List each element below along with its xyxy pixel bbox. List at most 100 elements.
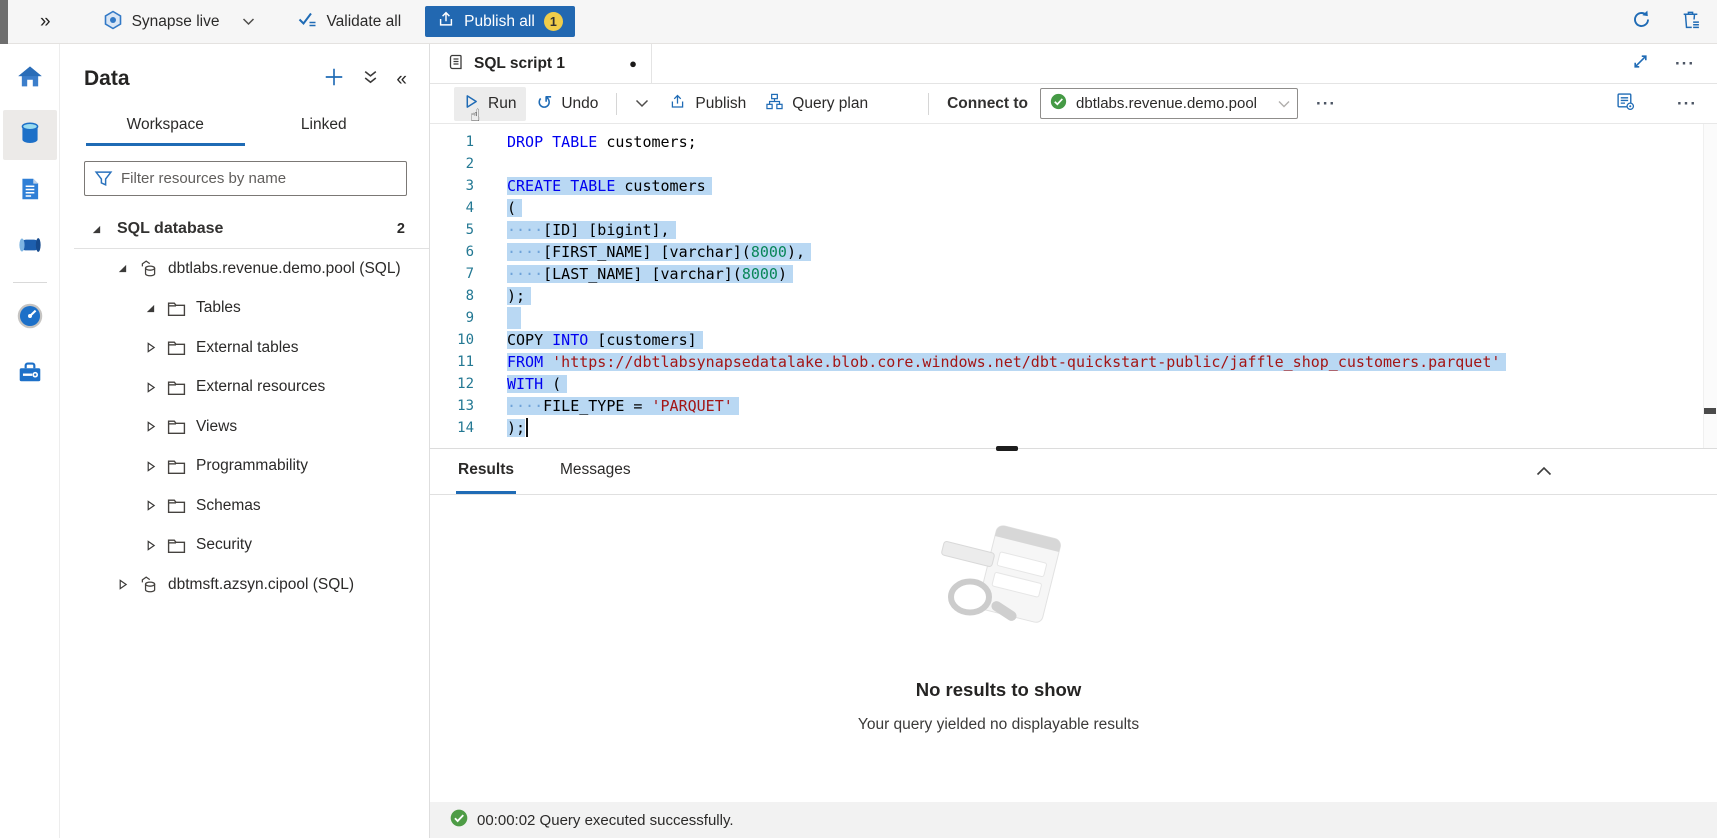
tab-linked[interactable]: Linked (245, 108, 404, 146)
validate-check-icon (297, 9, 317, 34)
line-number: 6 (430, 241, 474, 263)
tree-item-dbtmsft-azsyn-cipool-sql[interactable]: dbtmsft.azsyn.cipool (SQL) (60, 565, 429, 605)
collapse-panel-icon[interactable]: « (396, 70, 407, 89)
collapse-all-icon[interactable] (362, 69, 379, 90)
connect-to-label: Connect to (947, 95, 1028, 113)
tree-item-label: Views (196, 418, 237, 436)
tree-item-external-resources[interactable]: External resources (60, 368, 429, 408)
publish-all-button[interactable]: Publish all 1 (425, 6, 575, 37)
chevron-expanded-icon[interactable] (144, 303, 157, 314)
chevron-collapsed-icon[interactable] (144, 382, 157, 393)
panel-resize-handle[interactable] (996, 446, 1018, 451)
database-cylinder-icon (17, 119, 43, 151)
tab-sql-script-1[interactable]: SQL script 1 ● (430, 44, 652, 83)
synapse-studio-window: » Synapse live Validate all Publish all … (0, 0, 1717, 838)
undo-icon: ↺ (536, 94, 552, 113)
database-icon (139, 575, 158, 594)
query-plan-icon (766, 93, 783, 115)
add-resource-icon[interactable] (323, 66, 345, 92)
line-number: 11 (430, 351, 474, 373)
data-explorer-panel: Data « Workspace Linked (60, 44, 430, 838)
tree-section-count: 2 (397, 221, 405, 237)
tree-item-tables[interactable]: Tables (60, 289, 429, 329)
chevron-collapsed-icon[interactable] (144, 500, 157, 511)
tree-item-dbtlabs-revenue-demo-pool-sql[interactable]: dbtlabs.revenue.demo.pool (SQL) (60, 249, 429, 289)
connected-check-icon (1050, 93, 1067, 114)
tab-messages[interactable]: Messages (558, 461, 633, 494)
chevron-expanded-icon[interactable] (90, 224, 103, 235)
toolbar-separator (616, 93, 617, 115)
chevron-down-icon (242, 13, 255, 30)
filter-funnel-icon (94, 169, 113, 192)
data-panel-tabs: Workspace Linked (60, 108, 429, 146)
query-plan-button[interactable]: Query plan (756, 86, 878, 122)
tab-workspace[interactable]: Workspace (86, 108, 245, 146)
folder-icon (167, 338, 186, 357)
tree-item-security[interactable]: Security (60, 526, 429, 566)
publish-label: Publish (695, 95, 746, 113)
tree-item-label: External resources (196, 378, 325, 396)
line-number: 7 (430, 263, 474, 285)
tree-item-label: Schemas (196, 497, 261, 515)
hub-data[interactable] (3, 110, 57, 160)
tree-item-external-tables[interactable]: External tables (60, 328, 429, 368)
code-line-3: 3CREATE TABLE customers (430, 175, 1717, 197)
validate-all-button[interactable]: Validate all (287, 3, 411, 40)
hub-monitor[interactable] (3, 293, 57, 343)
chevron-collapsed-icon[interactable] (144, 421, 157, 432)
hub-develop[interactable] (3, 166, 57, 216)
filter-resources-input[interactable] (84, 161, 407, 196)
chevron-collapsed-icon[interactable] (144, 461, 157, 472)
tree-item-schemas[interactable]: Schemas (60, 486, 429, 526)
tree-item-views[interactable]: Views (60, 407, 429, 447)
undo-button[interactable]: ↺ Undo (526, 87, 608, 120)
validate-all-label: Validate all (326, 13, 401, 31)
refresh-icon[interactable] (1631, 9, 1652, 34)
status-message: 00:00:02 Query executed successfully. (477, 812, 734, 829)
hub-home[interactable] (3, 54, 57, 104)
line-number: 9 (430, 307, 474, 329)
query-status-bar: 00:00:02 Query executed successfully. (430, 802, 1717, 838)
more-actions-icon[interactable]: ··· (1677, 95, 1697, 112)
toolbox-icon (16, 359, 44, 389)
tab-more-actions-icon[interactable]: ··· (1675, 55, 1695, 72)
chevron-expanded-icon[interactable] (116, 263, 129, 274)
toolbar-overflow-icon[interactable]: ··· (1316, 95, 1336, 112)
tree-item-label: External tables (196, 339, 299, 357)
code-line-1: 1DROP TABLE customers; (430, 131, 1717, 153)
code-line-6: 6····[FIRST_NAME] [varchar](8000), (430, 241, 1717, 263)
folder-icon (167, 457, 186, 476)
connect-to-dropdown[interactable]: dbtlabs.revenue.demo.pool (1040, 88, 1298, 119)
chevron-collapsed-icon[interactable] (144, 540, 157, 551)
undo-split-chevron[interactable] (625, 88, 659, 120)
tab-title: SQL script 1 (474, 55, 565, 73)
chevron-collapsed-icon[interactable] (116, 579, 129, 590)
mode-selector[interactable]: Synapse live (97, 6, 262, 38)
sql-code-editor[interactable]: 1DROP TABLE customers;23CREATE TABLE cus… (430, 124, 1717, 448)
hub-manage[interactable] (3, 349, 57, 399)
tree-item-label: Security (196, 536, 252, 554)
pipeline-icon (16, 232, 44, 262)
discard-trash-icon[interactable] (1680, 9, 1701, 34)
chevron-collapsed-icon[interactable] (144, 342, 157, 353)
line-number: 14 (430, 417, 474, 439)
gauge-icon (16, 302, 44, 334)
collapse-results-chevron-icon[interactable] (1536, 463, 1552, 480)
tree-section-sql-database[interactable]: SQL database 2 (60, 210, 429, 248)
results-panel-header: Results Messages (430, 448, 1717, 495)
line-number: 13 (430, 395, 474, 417)
code-line-5: 5····[ID] [bigint], (430, 219, 1717, 241)
success-check-icon (450, 809, 468, 831)
folder-icon (167, 496, 186, 515)
hub-integrate[interactable] (3, 222, 57, 272)
tab-results[interactable]: Results (456, 461, 516, 494)
run-button[interactable]: Run (454, 87, 526, 121)
expand-editor-icon[interactable] (1632, 53, 1649, 74)
tree-item-programmability[interactable]: Programmability (60, 447, 429, 487)
publish-upload-icon (669, 93, 686, 115)
expand-menu-button[interactable]: » (34, 10, 57, 33)
top-command-bar: » Synapse live Validate all Publish all … (0, 0, 1717, 44)
overview-ruler[interactable] (1703, 124, 1717, 448)
properties-icon[interactable] (1616, 92, 1635, 115)
publish-button[interactable]: Publish (659, 86, 756, 122)
